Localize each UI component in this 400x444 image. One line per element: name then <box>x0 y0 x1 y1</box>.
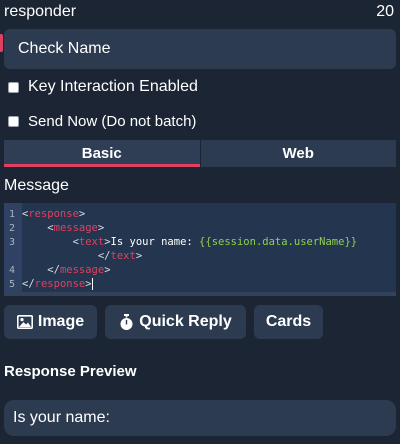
code-tag: response <box>34 278 86 290</box>
line-number: 5 <box>9 278 16 290</box>
header: responder 20 <box>0 0 400 24</box>
code-text: Is your name: <box>110 236 200 248</box>
send-now-checkbox-row[interactable]: Send Now (Do not batch) <box>8 113 196 130</box>
line-number: 3 <box>9 236 16 248</box>
code-bracket: </ <box>22 278 35 290</box>
code-tag: text <box>110 250 136 262</box>
response-preview-text: Is your name: <box>13 409 110 426</box>
text-cursor <box>91 278 93 290</box>
code-tag: text <box>78 236 105 248</box>
code-line: 2 <message> <box>4 221 396 235</box>
key-interaction-checkbox[interactable] <box>8 81 19 93</box>
tab-bar: Basic Web <box>4 140 396 167</box>
line-number: 2 <box>9 222 16 234</box>
name-input[interactable] <box>4 29 396 69</box>
code-bracket: </ <box>97 250 111 262</box>
code-tag: message <box>53 222 98 234</box>
key-interaction-label: Key Interaction Enabled <box>28 78 198 95</box>
message-label: Message <box>4 177 69 194</box>
response-preview-heading: Response Preview <box>4 363 137 380</box>
code-line: 4 </message> <box>4 263 396 277</box>
code-bracket: > <box>135 250 143 262</box>
code-template-variable: {{session.data.userName}} <box>199 236 358 248</box>
response-preview-bubble: Is your name: <box>4 400 396 436</box>
item-count: 20 <box>376 3 394 20</box>
tab-web[interactable]: Web <box>199 140 397 167</box>
code-bracket: > <box>104 264 111 276</box>
code-tag: message <box>59 264 105 276</box>
quick-reply-button-label: Quick Reply <box>139 313 232 330</box>
code-bracket: > <box>78 208 86 220</box>
code-bracket: > <box>97 222 105 234</box>
code-line: 3 <text>Is your name: {{session.data.use… <box>4 235 396 249</box>
line-number: 4 <box>9 264 16 276</box>
send-now-label: Send Now (Do not batch) <box>28 113 197 130</box>
cards-button[interactable]: Cards <box>254 305 323 339</box>
code-line: </text> <box>4 249 396 263</box>
send-now-checkbox[interactable] <box>8 116 19 127</box>
image-button-label: Image <box>37 313 85 330</box>
tab-basic[interactable]: Basic <box>4 140 200 167</box>
code-line: 5 </response> <box>4 277 396 291</box>
cards-button-label: Cards <box>265 313 312 330</box>
selection-indicator <box>0 34 3 52</box>
image-icon <box>16 315 33 329</box>
key-interaction-checkbox-row[interactable]: Key Interaction Enabled <box>8 78 198 96</box>
stopwatch-icon <box>119 313 134 331</box>
code-editor[interactable]: 1 <response> 2 <message> 3 <text>Is your… <box>4 203 396 296</box>
image-button[interactable]: Image <box>4 305 97 339</box>
code-line: 1 <response> <box>4 207 396 221</box>
line-number: 1 <box>9 208 16 220</box>
quick-reply-button[interactable]: Quick Reply <box>105 305 246 339</box>
code-tag: response <box>28 208 79 220</box>
page-title: responder <box>4 3 77 20</box>
code-bracket: </ <box>47 264 60 276</box>
